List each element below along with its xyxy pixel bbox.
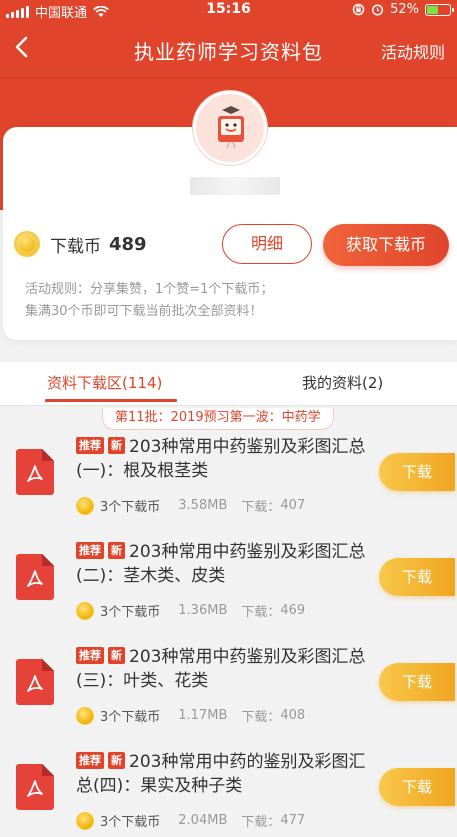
item-title: 推荐新 203种常用中药鉴别及彩图汇总(二)：茎木类、皮类 bbox=[76, 540, 376, 588]
username-masked bbox=[190, 177, 280, 195]
downloads-prefix: 下载： bbox=[241, 500, 281, 515]
download-button[interactable]: 下载 bbox=[379, 768, 455, 806]
item-meta: 3个下载币 3.58MB 下载： 407 bbox=[76, 496, 305, 515]
coin-icon bbox=[76, 496, 94, 515]
coin-balance: 下载币 489 bbox=[14, 226, 147, 262]
coin-icon bbox=[76, 811, 94, 830]
coin-label: 下载币 bbox=[50, 236, 101, 257]
download-button[interactable]: 下载 bbox=[379, 453, 455, 491]
battery-icon bbox=[425, 3, 454, 16]
new-tag: 新 bbox=[108, 542, 125, 559]
list-item[interactable]: 推荐新 203种常用中药鉴别及彩图汇总(二)：茎木类、皮类 3个下载币 1.36M… bbox=[0, 538, 457, 633]
coin-icon bbox=[76, 706, 94, 725]
item-downloads: 477 bbox=[280, 813, 306, 828]
download-button[interactable]: 下载 bbox=[379, 558, 455, 596]
item-meta: 3个下载币 2.04MB 下载： 477 bbox=[76, 811, 305, 830]
tab-download-area[interactable]: 资料下载区(114) bbox=[47, 372, 162, 393]
coin-icon bbox=[14, 231, 40, 257]
item-size: 1.36MB bbox=[178, 603, 228, 618]
pdf-file-icon bbox=[16, 659, 54, 705]
recommend-tag: 推荐 bbox=[76, 437, 104, 454]
nav-divider bbox=[0, 77, 457, 78]
recommend-tag: 推荐 bbox=[76, 647, 104, 664]
rotation-lock-icon bbox=[352, 3, 365, 16]
new-tag: 新 bbox=[108, 647, 125, 664]
pdf-file-icon bbox=[16, 554, 54, 600]
downloads-prefix: 下载： bbox=[241, 710, 281, 725]
downloads-prefix: 下载： bbox=[241, 815, 281, 830]
item-title: 推荐新 203种常用中药鉴别及彩图汇总(一)：根及根茎类 bbox=[76, 435, 376, 483]
list-item[interactable]: 推荐新 203种常用中药鉴别及彩图汇总(三)：叶类、花类 3个下载币 1.17MB… bbox=[0, 643, 457, 738]
list-item[interactable]: 推荐新 203种常用中药的鉴别及彩图汇总(四)：果实及种子类 3个下载币 2.04… bbox=[0, 748, 457, 837]
materials-list: 推荐新 203种常用中药鉴别及彩图汇总(一)：根及根茎类 3个下载币 3.58MB… bbox=[0, 433, 457, 837]
recommend-tag: 推荐 bbox=[76, 542, 104, 559]
mascot-avatar-icon bbox=[218, 106, 244, 149]
new-tag: 新 bbox=[108, 437, 125, 454]
item-title: 推荐新 203种常用中药鉴别及彩图汇总(三)：叶类、花类 bbox=[76, 645, 376, 693]
batch-label: 第11批：2019预习第一波：中药学 bbox=[102, 408, 334, 430]
coin-count: 489 bbox=[109, 233, 147, 255]
active-tab-indicator bbox=[45, 399, 177, 402]
tab-my-materials[interactable]: 我的资料(2) bbox=[302, 372, 383, 393]
get-coins-button[interactable]: 获取下载币 bbox=[323, 224, 449, 266]
item-cost: 3个下载币 bbox=[100, 710, 161, 725]
alarm-icon bbox=[372, 4, 384, 16]
status-bar: 中国联通 15:16 52% bbox=[0, 0, 457, 21]
list-item[interactable]: 推荐新 203种常用中药鉴别及彩图汇总(一)：根及根茎类 3个下载币 3.58MB… bbox=[0, 433, 457, 528]
tab-bar: 资料下载区(114) 我的资料(2) bbox=[0, 362, 457, 406]
coin-icon bbox=[76, 601, 94, 620]
avatar[interactable] bbox=[193, 91, 267, 165]
item-title: 推荐新 203种常用中药的鉴别及彩图汇总(四)：果实及种子类 bbox=[76, 750, 376, 798]
item-downloads: 408 bbox=[280, 708, 306, 723]
pdf-file-icon bbox=[16, 764, 54, 810]
activity-rules-link[interactable]: 活动规则 bbox=[381, 39, 445, 63]
tab-divider bbox=[0, 405, 457, 406]
nav-bar: 执业药师学习资料包 活动规则 bbox=[0, 22, 457, 77]
page: 中国联通 15:16 52% 执业药师学习资料包 活动规则 下载币 489 明细… bbox=[0, 0, 457, 837]
recommend-tag: 推荐 bbox=[76, 752, 104, 769]
item-size: 2.04MB bbox=[178, 813, 228, 828]
item-meta: 3个下载币 1.17MB 下载： 408 bbox=[76, 706, 305, 725]
item-cost: 3个下载币 bbox=[100, 500, 161, 515]
battery-percent: 52% bbox=[390, 2, 419, 17]
rules-text: 活动规则：分享集赞，1个赞=1个下载币； 集满30个币即可下载当前批次全部资料！ bbox=[25, 279, 435, 323]
item-downloads: 469 bbox=[280, 603, 306, 618]
item-size: 1.17MB bbox=[178, 708, 228, 723]
new-tag: 新 bbox=[108, 752, 125, 769]
download-button[interactable]: 下载 bbox=[379, 663, 455, 701]
rules-line-1: 活动规则：分享集赞，1个赞=1个下载币； bbox=[25, 282, 274, 297]
downloads-prefix: 下载： bbox=[241, 605, 281, 620]
item-cost: 3个下载币 bbox=[100, 815, 161, 830]
pdf-file-icon bbox=[16, 449, 54, 495]
item-cost: 3个下载币 bbox=[100, 605, 161, 620]
status-right: 52% bbox=[352, 2, 454, 17]
item-size: 3.58MB bbox=[178, 498, 228, 513]
rules-line-2: 集满30个币即可下载当前批次全部资料！ bbox=[25, 304, 263, 319]
item-meta: 3个下载币 1.36MB 下载： 469 bbox=[76, 601, 305, 620]
details-button[interactable]: 明细 bbox=[222, 224, 312, 264]
item-downloads: 407 bbox=[280, 498, 306, 513]
